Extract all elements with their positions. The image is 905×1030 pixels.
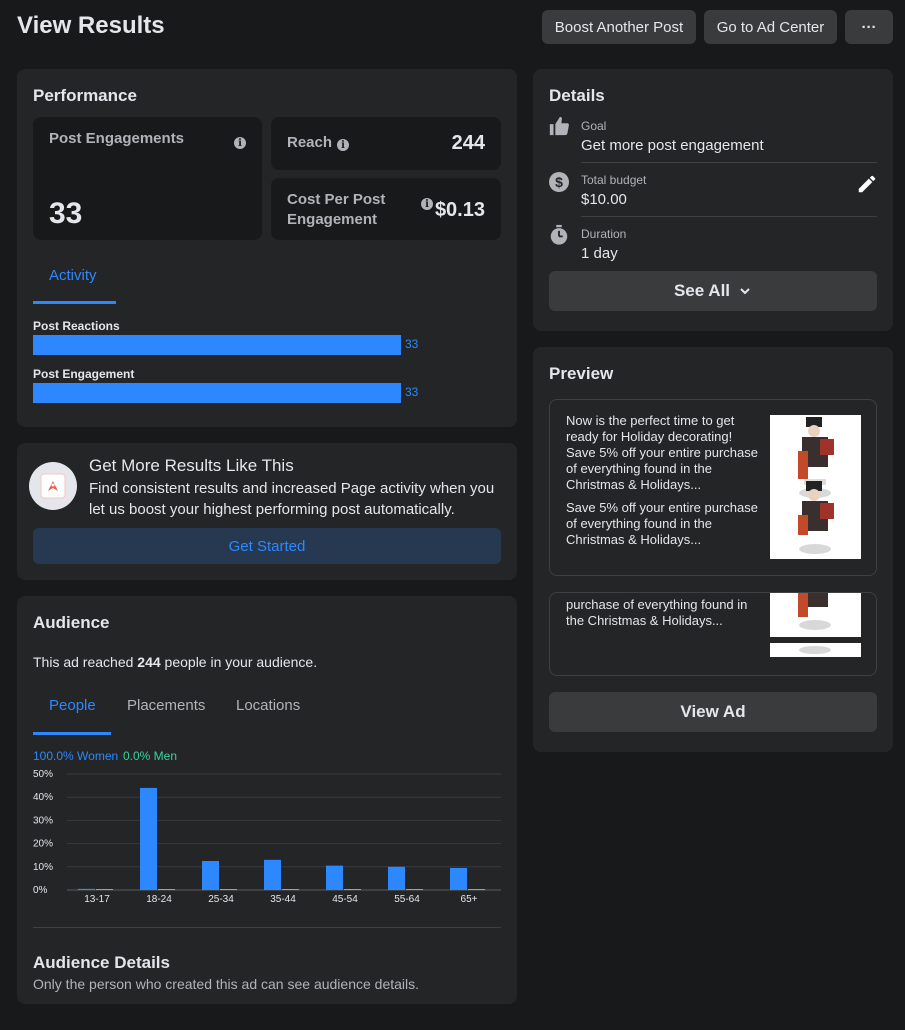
people-tab-underline [33, 732, 111, 735]
x-tick-label: 25-34 [208, 894, 234, 904]
ad-preview-frame[interactable]: Now is the perfect time to get ready for… [549, 399, 877, 576]
x-tick-label: 18-24 [146, 894, 172, 904]
audience-card: Audience This ad reached 244 people in y… [17, 596, 517, 1004]
goal-value: Get more post engagement [581, 137, 764, 154]
x-tick-label: 65+ [461, 894, 478, 904]
audience-reached-text: This ad reached 244 people in your audie… [33, 654, 318, 670]
y-tick-label: 50% [33, 769, 53, 780]
post-reactions-value: 33 [405, 337, 419, 351]
more-options-button[interactable]: ··· [845, 10, 893, 44]
duration-value: 1 day [581, 245, 618, 262]
budget-label: Total budget [581, 173, 647, 187]
info-icon[interactable]: i [421, 198, 433, 210]
x-tick-label: 55-64 [394, 894, 420, 904]
men-bar-65+[interactable] [468, 889, 485, 890]
preview-title: Preview [549, 364, 614, 383]
audience-title: Audience [33, 613, 110, 632]
men-legend: 0.0% Men [123, 749, 178, 763]
women-bar-55-64[interactable] [388, 866, 405, 890]
post-reactions-label: Post Reactions [33, 319, 120, 333]
go-to-ad-center-button[interactable]: Go to Ad Center [704, 10, 837, 44]
thumbs-up-icon [549, 116, 569, 136]
budget-value: $10.00 [581, 191, 627, 208]
divider [581, 216, 877, 217]
women-bar-18-24[interactable] [140, 787, 157, 890]
men-bar-35-44[interactable] [282, 889, 299, 890]
cost-per-engagement-label: Cost Per Post Engagement [287, 191, 386, 228]
info-icon[interactable]: i [337, 139, 349, 151]
y-tick-label: 40% [33, 792, 53, 803]
rocket-icon [29, 462, 77, 510]
see-all-label: See All [673, 281, 731, 300]
x-tick-label: 13-17 [84, 894, 110, 904]
chevron-down-icon [740, 288, 750, 295]
women-bar-35-44[interactable] [264, 859, 281, 890]
men-bar-13-17[interactable] [96, 889, 113, 890]
view-ad-button[interactable]: View Ad [549, 692, 877, 732]
tab-people[interactable]: People [49, 697, 96, 714]
divider [581, 162, 877, 163]
promo-body: Find consistent results and increased Pa… [89, 480, 495, 518]
santa-figurine-image-2 [770, 593, 861, 657]
page-title: View Results [17, 12, 165, 39]
post-engagements-metric: Post Engagements i 33 [33, 117, 262, 240]
stopwatch-icon [550, 224, 568, 245]
ad-preview-text-2: purchase of everything found in the Chri… [566, 597, 748, 628]
post-engagement-value: 33 [405, 385, 419, 399]
post-reactions-bar [33, 335, 401, 355]
reach-value: 244 [451, 132, 485, 154]
tab-locations[interactable]: Locations [236, 697, 300, 714]
audience-details-body: Only the person who created this ad can … [33, 976, 420, 992]
audience-divider [33, 927, 501, 928]
men-bar-55-64[interactable] [406, 889, 423, 890]
details-card: Details Goal Get more post engagement $ … [533, 69, 893, 331]
reach-metric: Reach i 244 [271, 117, 501, 170]
y-tick-label: 20% [33, 839, 53, 850]
reach-label: Reach [287, 134, 333, 151]
cost-per-engagement-metric: Cost Per Post Engagement i $0.13 [271, 178, 501, 240]
ad-preview-text: Now is the perfect time to get ready for… [566, 413, 758, 492]
women-bar-13-17[interactable] [78, 888, 95, 890]
promo-card: Get More Results Like This Find consiste… [17, 443, 517, 580]
santa-figurine-image [770, 415, 861, 559]
goal-label: Goal [581, 119, 607, 133]
post-engagement-bar [33, 383, 401, 403]
info-icon[interactable]: i [234, 137, 246, 149]
audience-details-title: Audience Details [33, 953, 170, 972]
men-bar-18-24[interactable] [158, 889, 175, 890]
duration-label: Duration [581, 227, 627, 241]
women-bar-65+[interactable] [450, 867, 467, 890]
tab-placements[interactable]: Placements [127, 697, 205, 714]
ad-preview-text-repeat: Save 5% off your entire purchase of ever… [566, 500, 758, 547]
activity-tab-underline [33, 301, 116, 304]
age-gender-chart: 50% 40% 30% 20% 10% 0% 13-17 18-24 25-34 35-44 45-… [33, 769, 501, 904]
performance-card: Performance Post Engagements i 33 Reach … [17, 69, 517, 427]
promo-title: Get More Results Like This [89, 456, 294, 475]
performance-title: Performance [33, 86, 137, 105]
y-tick-label: 0% [33, 885, 48, 896]
post-engagements-label: Post Engagements [49, 130, 185, 147]
tab-activity[interactable]: Activity [49, 267, 97, 284]
get-started-button[interactable]: Get Started [33, 528, 501, 564]
x-tick-label: 45-54 [332, 894, 358, 904]
pencil-icon[interactable] [856, 173, 878, 195]
cost-per-engagement-value: $0.13 [434, 199, 485, 221]
women-bar-25-34[interactable] [202, 861, 219, 890]
x-tick-label: 35-44 [270, 894, 296, 904]
boost-another-post-button[interactable]: Boost Another Post [542, 10, 696, 44]
women-legend: 100.0% Women [33, 749, 119, 763]
dollar-icon: $ [549, 172, 569, 192]
details-title: Details [549, 86, 605, 105]
y-tick-label: 10% [33, 862, 53, 873]
see-all-button[interactable]: See All [549, 271, 877, 311]
men-bar-25-34[interactable] [220, 889, 237, 890]
preview-card: Preview Now is the perfect time to get r… [533, 347, 893, 752]
women-bar-45-54[interactable] [326, 865, 343, 890]
y-tick-label: 30% [33, 815, 53, 826]
ad-preview-frame-2[interactable]: purchase of everything found in the Chri… [549, 592, 877, 676]
post-engagements-value: 33 [49, 197, 83, 230]
post-engagement-label: Post Engagement [33, 367, 135, 381]
men-bar-45-54[interactable] [344, 889, 361, 890]
